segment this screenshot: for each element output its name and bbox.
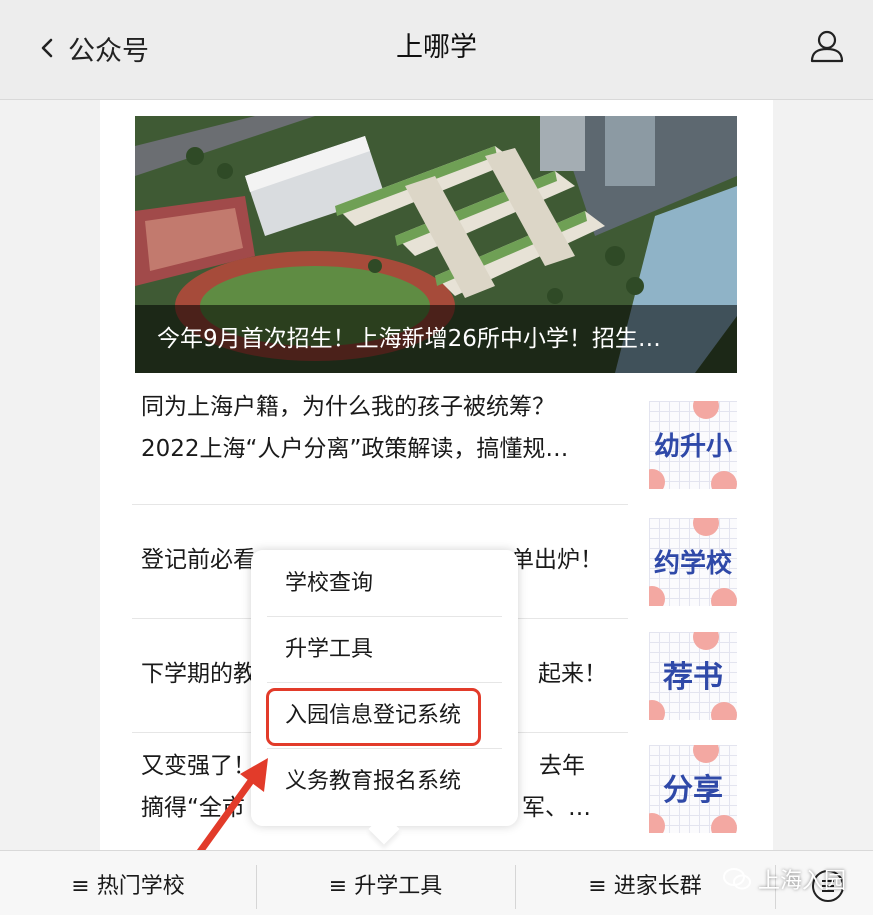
thumbnail-text: 约学校 [653, 549, 732, 579]
menu-icon: ≡ [588, 874, 607, 899]
thumbnail-text: 分享 [663, 773, 723, 808]
menu-tab-hot-schools[interactable]: ≡ 热门学校 [0, 851, 256, 915]
menu-item-admission-tools[interactable]: 升学工具 [267, 617, 502, 683]
page-title: 上哪学 [396, 32, 477, 63]
top-nav-bar: 公众号 上哪学 [0, 0, 873, 100]
menu-tab-label: 进家长群 [613, 874, 702, 899]
watermark: 上海入园 [722, 864, 846, 894]
wechat-icon [723, 868, 751, 890]
menu-item-compulsory-education-registration[interactable]: 义务教育报名系统 [267, 749, 502, 815]
article-thumbnail: 分享 [649, 745, 737, 833]
highlight-box [266, 688, 481, 746]
thumbnail-text: 幼升小 [653, 432, 732, 462]
divider [132, 504, 628, 505]
menu-item-school-search[interactable]: 学校查询 [267, 551, 502, 617]
menu-icon: ≡ [328, 874, 348, 899]
article-thumbnail: 幼升小 [649, 401, 737, 489]
thumbnail-text: 荐书 [663, 660, 723, 695]
menu-tab-label: 热门学校 [96, 874, 185, 899]
article-item[interactable]: 同为上海户籍，为什么我的孩子被统筹？2022上海“人户分离”政策解读，搞懂规… … [135, 386, 737, 500]
profile-icon[interactable] [809, 28, 845, 64]
menu-icon: ≡ [71, 874, 90, 899]
menu-tab-label: 升学工具 [354, 874, 443, 899]
menu-tab-admission-tools[interactable]: ≡ 升学工具 [256, 851, 515, 915]
hero-article[interactable]: 今年9月首次招生！上海新增26所中小学！招生… [135, 116, 737, 373]
watermark-text: 上海入园 [758, 869, 847, 894]
article-title: 同为上海户籍，为什么我的孩子被统筹？2022上海“人户分离”政策解读，搞懂规… [141, 394, 569, 462]
article-thumbnail: 荐书 [649, 632, 737, 720]
article-thumbnail: 约学校 [649, 518, 737, 606]
hero-caption: 今年9月首次招生！上海新增26所中小学！招生… [135, 305, 737, 373]
